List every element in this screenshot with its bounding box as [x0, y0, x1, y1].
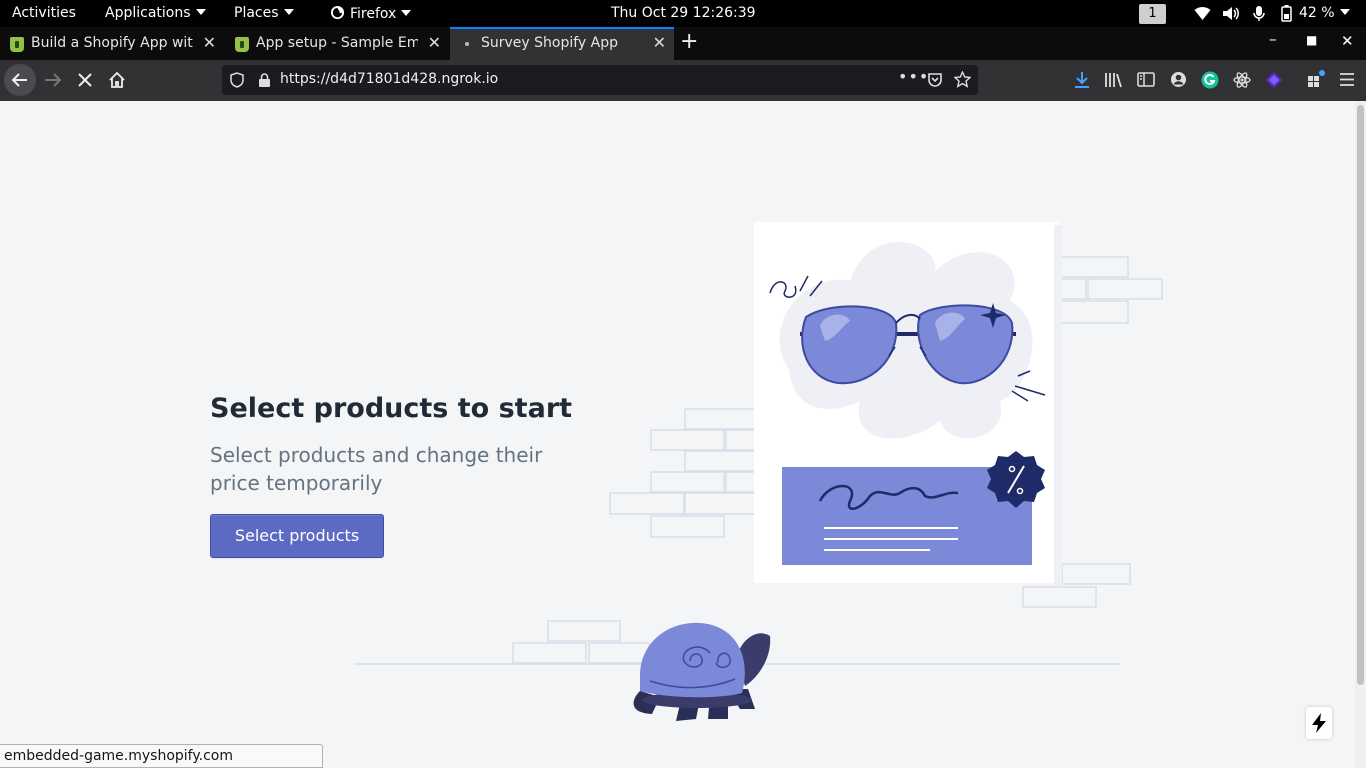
extensions-icon[interactable] — [1306, 70, 1326, 90]
pocket-icon[interactable] — [927, 72, 943, 88]
url-text[interactable]: https://d4d71801d428.ngrok.io — [280, 71, 498, 87]
firefox-icon — [330, 5, 345, 20]
firefox-app-menu[interactable]: Firefox — [330, 5, 412, 22]
shopify-icon — [235, 37, 249, 52]
forward-button[interactable] — [42, 70, 64, 90]
minimize-button[interactable]: – — [1269, 30, 1277, 48]
back-button[interactable] — [4, 64, 36, 96]
new-tab-button[interactable]: + — [680, 29, 698, 54]
places-label: Places — [234, 5, 279, 21]
tab-strip: Build a Shopify App with N ✕ App setup -… — [0, 27, 1366, 60]
home-button[interactable] — [107, 70, 127, 90]
chevron-down-icon — [195, 9, 206, 15]
account-icon[interactable] — [1170, 71, 1187, 88]
bolt-glyph-icon — [1312, 713, 1326, 733]
places-menu[interactable]: Places — [234, 5, 294, 21]
downloads-icon[interactable] — [1074, 71, 1090, 89]
applications-menu[interactable]: Applications — [105, 5, 206, 21]
chevron-down-icon — [401, 10, 412, 16]
shield-icon[interactable] — [230, 72, 244, 88]
address-bar[interactable]: https://d4d71801d428.ngrok.io ••• — [222, 65, 978, 95]
app-page: Select products to start Select products… — [0, 101, 1355, 768]
close-icon[interactable]: ✕ — [428, 33, 441, 52]
page-actions-icon[interactable]: ••• — [898, 67, 929, 86]
select-products-button[interactable]: Select products — [210, 514, 384, 558]
hamburger-menu-icon[interactable] — [1339, 72, 1355, 87]
page-scrollbar[interactable] — [1355, 101, 1366, 768]
clock[interactable]: Thu Oct 29 12:26:39 — [611, 5, 756, 21]
applications-label: Applications — [105, 5, 191, 21]
chevron-down-icon — [283, 9, 294, 15]
tab-title: Survey Shopify App — [481, 35, 619, 51]
grammarly-icon[interactable] — [1201, 71, 1219, 89]
scrollbar-thumb[interactable] — [1357, 105, 1364, 685]
back-arrow-icon — [11, 73, 27, 87]
extension-layers-icon[interactable] — [1265, 71, 1283, 89]
library-icon[interactable] — [1104, 71, 1123, 89]
battery-label: 42 % — [1299, 5, 1335, 21]
battery-percentage[interactable]: 42 % — [1299, 5, 1350, 21]
tab-build-shopify-app[interactable]: Build a Shopify App with N ✕ — [0, 27, 224, 60]
loading-dot-icon — [465, 42, 469, 46]
system-top-bar: Activities Applications Places Firefox T… — [0, 0, 1366, 27]
page-title: Select products to start — [210, 393, 573, 424]
wifi-icon[interactable] — [1194, 6, 1211, 21]
page-description: Select products and change their price t… — [210, 443, 543, 495]
sidebar-icon[interactable] — [1137, 71, 1155, 88]
volume-icon[interactable] — [1222, 6, 1240, 21]
battery-icon[interactable] — [1281, 5, 1292, 22]
microphone-icon[interactable] — [1253, 5, 1265, 22]
tab-survey-shopify-app[interactable]: Survey Shopify App ✕ — [450, 27, 674, 60]
tab-app-setup[interactable]: App setup - Sample Emb ✕ — [225, 27, 449, 60]
close-window-button[interactable]: ✕ — [1341, 32, 1354, 50]
shopify-icon — [10, 37, 24, 52]
bookmark-star-icon[interactable] — [954, 71, 971, 88]
activities-button[interactable]: Activities — [12, 5, 76, 21]
maximize-button[interactable]: ■ — [1306, 33, 1317, 47]
tab-title: Build a Shopify App with N — [31, 35, 193, 51]
workspace-indicator[interactable]: 1 — [1139, 4, 1166, 24]
tab-title: App setup - Sample Emb — [256, 35, 418, 51]
chevron-down-icon — [1339, 9, 1350, 15]
close-icon[interactable]: ✕ — [203, 33, 216, 52]
stop-loading-button[interactable] — [76, 71, 94, 89]
firefox-label: Firefox — [350, 6, 397, 22]
react-devtools-icon[interactable] — [1233, 71, 1251, 89]
close-icon[interactable]: ✕ — [653, 33, 666, 52]
link-status-bar: embedded-game.myshopify.com — [0, 744, 323, 768]
lock-icon[interactable] — [258, 72, 271, 88]
navigation-bar: https://d4d71801d428.ngrok.io ••• — [0, 60, 1366, 101]
lightning-bolt-icon[interactable] — [1306, 707, 1332, 739]
